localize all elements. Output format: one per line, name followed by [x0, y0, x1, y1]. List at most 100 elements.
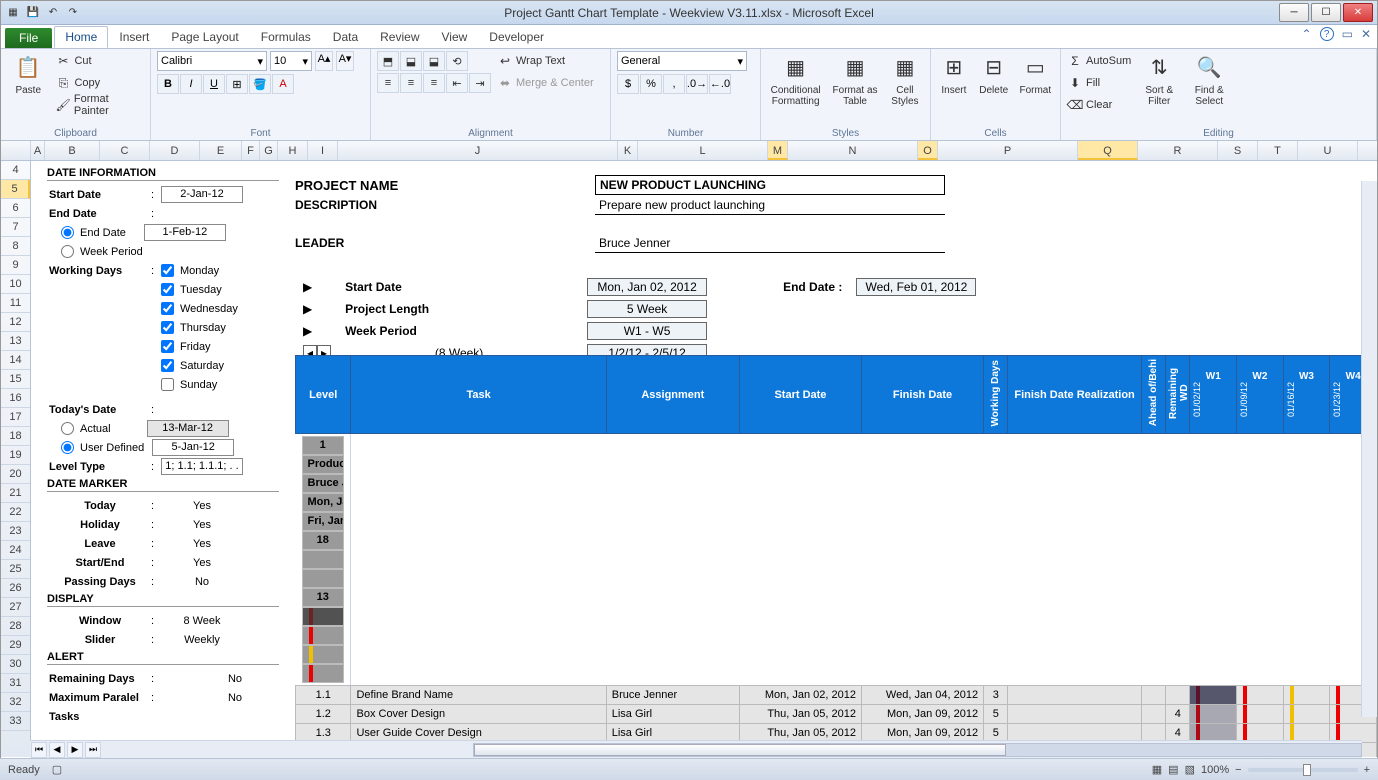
row-header-29[interactable]: 29	[1, 636, 30, 655]
view-page-break-button[interactable]: ▧	[1185, 763, 1195, 776]
fill-color-button[interactable]: 🪣	[249, 74, 271, 94]
tab-insert[interactable]: Insert	[108, 26, 160, 48]
day-thursday-check[interactable]	[161, 321, 174, 334]
currency-button[interactable]: $	[617, 74, 639, 94]
format-painter-button[interactable]: 🖌Format Painter	[55, 95, 144, 115]
row-header-17[interactable]: 17	[1, 408, 30, 427]
end-date-radio[interactable]	[61, 226, 74, 239]
sheet-nav-first[interactable]: ⏮	[31, 742, 47, 758]
day-wednesday-check[interactable]	[161, 302, 174, 315]
col-header-E[interactable]: E	[200, 141, 242, 160]
merge-center-button[interactable]: ⬌Merge & Center	[497, 73, 594, 93]
row-header-14[interactable]: 14	[1, 351, 30, 370]
window-close-icon[interactable]: ✕	[1361, 27, 1371, 41]
tab-data[interactable]: Data	[322, 26, 369, 48]
col-header-J[interactable]: J	[338, 141, 618, 160]
level-type-field[interactable]: 1; 1.1; 1.1.1; . .	[161, 458, 243, 475]
view-normal-button[interactable]: ▦	[1152, 763, 1162, 776]
row-header-6[interactable]: 6	[1, 199, 30, 218]
cut-button[interactable]: ✂Cut	[55, 51, 144, 71]
save-icon[interactable]: 💾	[25, 5, 41, 21]
align-bottom-button[interactable]: ⬓	[423, 51, 445, 71]
week-period-radio[interactable]	[61, 245, 74, 258]
clear-button[interactable]: ⌫Clear	[1067, 95, 1131, 115]
col-header-H[interactable]: H	[278, 141, 308, 160]
row-header-12[interactable]: 12	[1, 313, 30, 332]
wrap-text-button[interactable]: ↩Wrap Text	[497, 51, 594, 71]
row-header-10[interactable]: 10	[1, 275, 30, 294]
col-header-K[interactable]: K	[618, 141, 638, 160]
row-header-24[interactable]: 24	[1, 541, 30, 560]
sheet-nav-last[interactable]: ⏭	[85, 742, 101, 758]
help-icon[interactable]: ?	[1320, 27, 1334, 41]
decrease-decimal-button[interactable]: ←.0	[709, 74, 731, 94]
col-header-I[interactable]: I	[308, 141, 338, 160]
row-header-8[interactable]: 8	[1, 237, 30, 256]
font-color-button[interactable]: A	[272, 74, 294, 94]
tab-file[interactable]: File	[5, 28, 52, 48]
number-format-combo[interactable]: General▾	[617, 51, 747, 71]
row-header-23[interactable]: 23	[1, 522, 30, 541]
end-date-field[interactable]: 1-Feb-12	[144, 224, 226, 241]
sort-filter-button[interactable]: ⇅Sort & Filter	[1137, 51, 1181, 107]
maximize-button[interactable]: ☐	[1311, 3, 1341, 22]
row-header-18[interactable]: 18	[1, 427, 30, 446]
bold-button[interactable]: B	[157, 74, 179, 94]
row-header-16[interactable]: 16	[1, 389, 30, 408]
row-header-21[interactable]: 21	[1, 484, 30, 503]
minimize-button[interactable]: ─	[1279, 3, 1309, 22]
align-right-button[interactable]: ≡	[423, 73, 445, 93]
col-header-O[interactable]: O	[918, 141, 938, 160]
redo-icon[interactable]: ↷	[65, 5, 81, 21]
sheet-nav-next[interactable]: ▶	[67, 742, 83, 758]
cell-styles-button[interactable]: ▦Cell Styles	[886, 51, 924, 107]
tab-developer[interactable]: Developer	[478, 26, 555, 48]
zoom-slider[interactable]	[1248, 768, 1358, 772]
increase-indent-button[interactable]: ⇥	[469, 73, 491, 93]
align-middle-button[interactable]: ⬓	[400, 51, 422, 71]
macro-record-icon[interactable]: ▢	[52, 763, 62, 776]
user-defined-date[interactable]: 5-Jan-12	[152, 439, 234, 456]
tab-review[interactable]: Review	[369, 26, 430, 48]
row-headers[interactable]: 4567891011121314151617181920212223242526…	[1, 161, 31, 757]
gantt-row[interactable]: 1Product Package PreparationBruce Jenner…	[296, 434, 351, 685]
col-header-Q[interactable]: Q	[1078, 141, 1138, 160]
col-header-C[interactable]: C	[100, 141, 150, 160]
zoom-out-button[interactable]: −	[1235, 764, 1241, 776]
day-sunday-check[interactable]	[161, 378, 174, 391]
description-field[interactable]: Prepare new product launching	[595, 196, 945, 215]
tab-home[interactable]: Home	[54, 26, 108, 48]
align-center-button[interactable]: ≡	[400, 73, 422, 93]
gantt-row[interactable]: 1.1Define Brand NameBruce JennerMon, Jan…	[296, 686, 1377, 705]
col-header-F[interactable]: F	[242, 141, 260, 160]
tab-pagelayout[interactable]: Page Layout	[160, 26, 249, 48]
row-header-9[interactable]: 9	[1, 256, 30, 275]
row-header-27[interactable]: 27	[1, 598, 30, 617]
row-header-11[interactable]: 11	[1, 294, 30, 313]
start-date-field[interactable]: 2-Jan-12	[161, 186, 243, 203]
orientation-button[interactable]: ⟲	[446, 51, 468, 71]
gantt-row[interactable]: 1.2Box Cover DesignLisa GirlThu, Jan 05,…	[296, 705, 1377, 724]
fill-button[interactable]: ⬇Fill	[1067, 73, 1131, 93]
align-top-button[interactable]: ⬒	[377, 51, 399, 71]
align-left-button[interactable]: ≡	[377, 73, 399, 93]
row-header-26[interactable]: 26	[1, 579, 30, 598]
autosum-button[interactable]: ΣAutoSum	[1067, 51, 1131, 71]
col-header-U[interactable]: U	[1298, 141, 1358, 160]
leader-field[interactable]: Bruce Jenner	[595, 234, 945, 253]
column-headers[interactable]: ABCDEFGHIJKLMNOPQRSTU	[1, 141, 1377, 161]
insert-cells-button[interactable]: ⊞Insert	[937, 51, 971, 96]
row-header-4[interactable]: 4	[1, 161, 30, 180]
col-header-S[interactable]: S	[1218, 141, 1258, 160]
close-button[interactable]: ✕	[1343, 3, 1373, 22]
col-header-G[interactable]: G	[260, 141, 278, 160]
col-header-A[interactable]: A	[31, 141, 45, 160]
row-header-13[interactable]: 13	[1, 332, 30, 351]
col-header-B[interactable]: B	[45, 141, 100, 160]
comma-button[interactable]: ,	[663, 74, 685, 94]
tab-formulas[interactable]: Formulas	[250, 26, 322, 48]
row-header-22[interactable]: 22	[1, 503, 30, 522]
user-defined-radio[interactable]	[61, 441, 74, 454]
format-as-table-button[interactable]: ▦Format as Table	[830, 51, 880, 107]
col-header-M[interactable]: M	[768, 141, 788, 160]
